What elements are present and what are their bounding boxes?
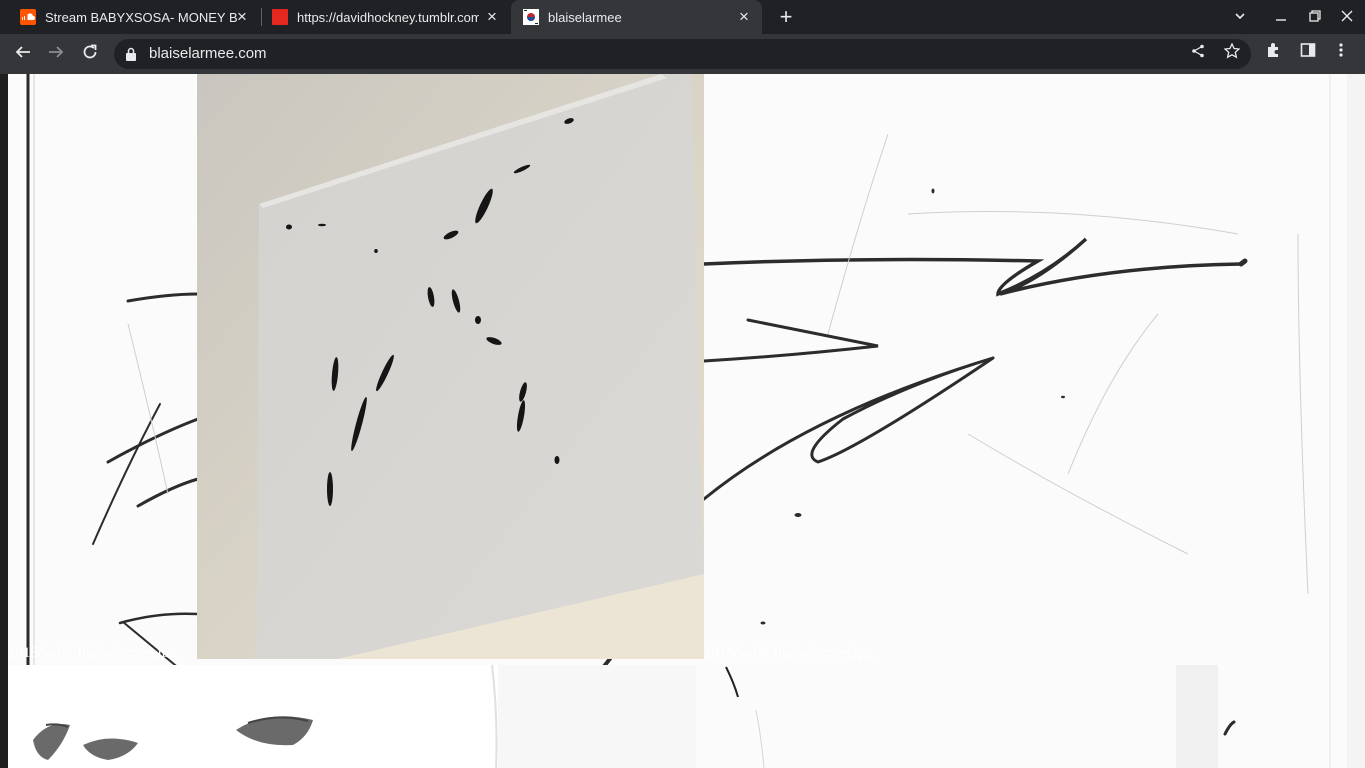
close-tab-icon[interactable]: × xyxy=(234,8,250,25)
pen-sketch-image[interactable] xyxy=(696,665,1218,768)
browser-toolbar: blaiselarmee.com xyxy=(0,34,1365,74)
sketchbook-edge xyxy=(0,74,8,768)
tab-title: blaiselarmee xyxy=(548,9,622,25)
tab-title: Stream BABYXSOSA- MONEY BA xyxy=(45,9,237,25)
side-panel-icon[interactable] xyxy=(1296,42,1320,66)
close-icon[interactable] xyxy=(1335,5,1359,29)
scroll-gutter xyxy=(1347,74,1365,768)
tumblr-icon xyxy=(272,9,288,25)
reload-icon[interactable] xyxy=(78,42,102,66)
ink-drawing-photo[interactable] xyxy=(197,74,704,659)
close-tab-icon[interactable]: × xyxy=(736,8,752,25)
menu-icon[interactable] xyxy=(1329,42,1353,66)
lock-icon[interactable] xyxy=(126,47,136,61)
tab-title: https://davidhockney.tumblr.com xyxy=(297,9,479,25)
image-caption[interactable]: 2018/w-08-blaiselarmee.jpg xyxy=(704,645,873,662)
gap-image xyxy=(498,665,696,768)
url-text[interactable]: blaiselarmee.com xyxy=(149,45,267,62)
page-content: 2018/w-07-blaiselarmee.jpg 2018/w-08-bla… xyxy=(0,74,1365,768)
tab-search-icon[interactable] xyxy=(1228,5,1252,29)
minimize-icon[interactable] xyxy=(1269,5,1293,29)
tab-tumblr[interactable]: https://davidhockney.tumblr.com × xyxy=(260,0,510,34)
close-tab-icon[interactable]: × xyxy=(484,8,500,25)
tab-soundcloud[interactable]: Stream BABYXSOSA- MONEY BA × xyxy=(8,0,260,34)
soundcloud-icon xyxy=(20,9,36,25)
arrow-left-icon[interactable] xyxy=(11,42,35,66)
restore-icon[interactable] xyxy=(1303,5,1327,29)
site-favicon-icon xyxy=(523,9,539,25)
image-caption[interactable]: 2018/w-07-blaiselarmee.jpg xyxy=(8,645,177,662)
arrow-right-icon[interactable] xyxy=(44,42,68,66)
tab-strip: Stream BABYXSOSA- MONEY BA × https://dav… xyxy=(0,0,1365,34)
address-bar[interactable]: blaiselarmee.com xyxy=(114,39,1251,69)
extensions-icon[interactable] xyxy=(1262,42,1286,66)
tab-blaiselarmee[interactable]: blaiselarmee × xyxy=(511,0,762,34)
share-icon[interactable] xyxy=(1187,43,1209,65)
star-icon[interactable] xyxy=(1221,42,1243,65)
eyes-sketch-image[interactable] xyxy=(8,665,498,768)
plus-icon[interactable]: + xyxy=(774,5,798,29)
